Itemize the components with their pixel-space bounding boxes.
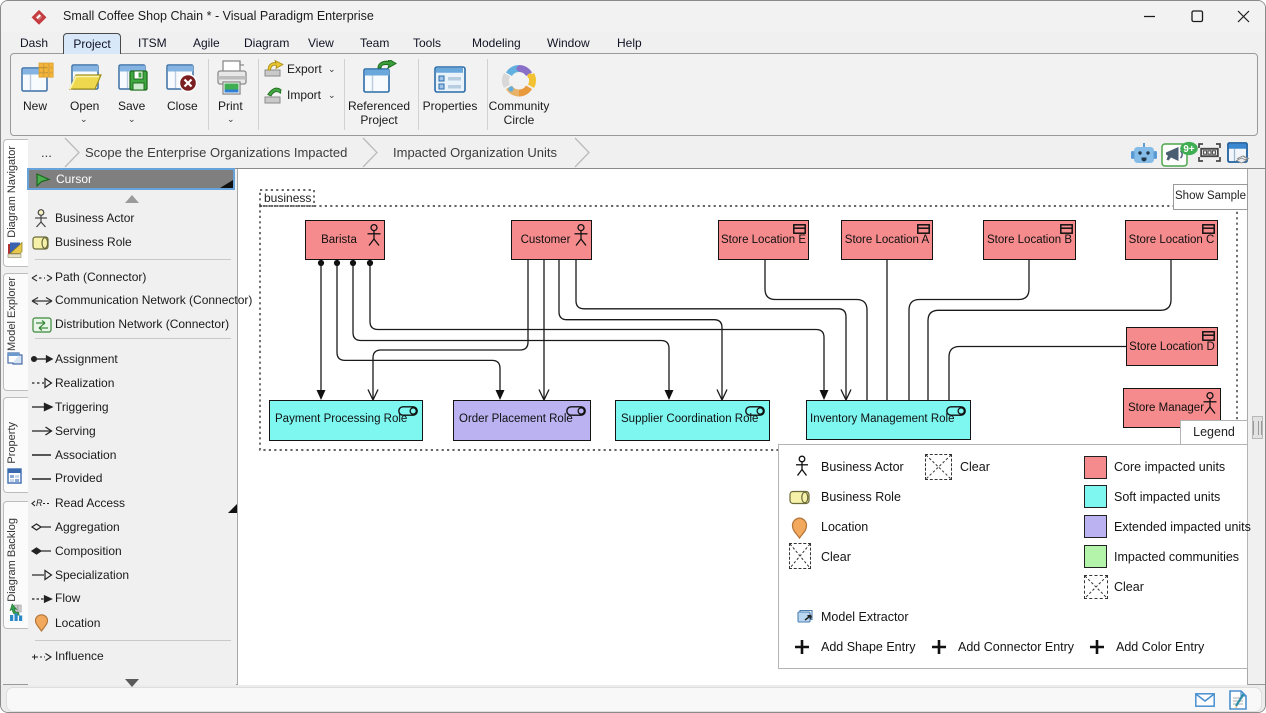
svg-text:9+: 9+	[1183, 144, 1194, 155]
